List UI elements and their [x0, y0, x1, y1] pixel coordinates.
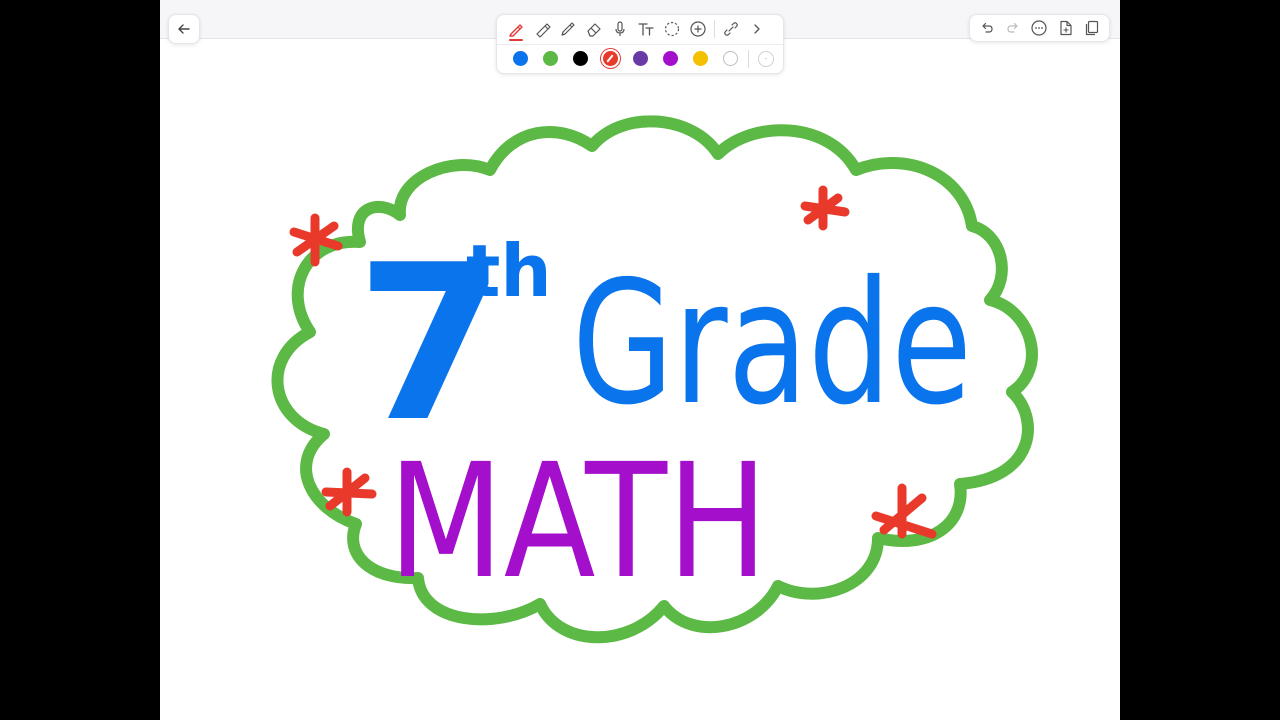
more-icon: [1031, 20, 1048, 36]
eraser-icon: [587, 23, 601, 37]
add-page-icon: [1060, 20, 1072, 36]
subject-word: MATH: [388, 430, 768, 614]
pencil-icon: [561, 22, 575, 36]
star-bottom-right: [871, 483, 937, 539]
note-canvas[interactable]: 7 th Grade MATH: [160, 38, 1120, 720]
chevron-right-icon: [754, 24, 760, 34]
redo-button[interactable]: [1001, 16, 1025, 40]
pen-icon: [509, 24, 523, 37]
undo-button[interactable]: [975, 16, 999, 40]
microphone-icon: [615, 21, 625, 37]
star-top-right: [800, 185, 850, 231]
notes-app: · 7 th Grade MATH: [160, 0, 1120, 720]
add-page-button[interactable]: [1054, 16, 1078, 40]
arrow-left-icon: [178, 24, 190, 34]
pages-button[interactable]: [1080, 16, 1104, 40]
star-top-left: [289, 213, 343, 267]
handwriting-layer: 7 th Grade MATH: [271, 115, 1038, 644]
star-bottom-left: [321, 467, 377, 517]
title-superscript: th: [466, 229, 552, 313]
pages-icon: [1085, 20, 1098, 36]
title-word: Grade: [572, 245, 972, 443]
highlighter-icon: [536, 23, 551, 38]
link-icon: [724, 22, 738, 37]
redo-icon: [1007, 22, 1018, 33]
undo-icon: [982, 22, 993, 33]
more-button[interactable]: [1027, 16, 1051, 40]
toolbar-divider: [714, 20, 715, 39]
text-icon: [638, 23, 654, 36]
add-icon: [690, 21, 706, 37]
lasso-icon: [664, 22, 680, 37]
